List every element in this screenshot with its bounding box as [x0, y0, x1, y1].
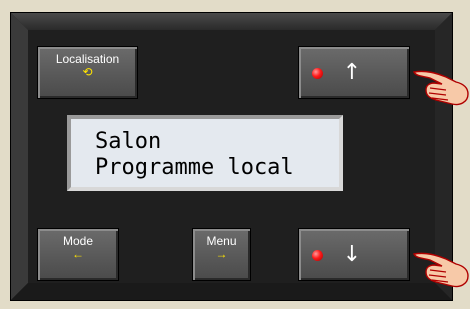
red-led-icon	[312, 250, 323, 261]
panel-bevel-bottom	[11, 283, 452, 300]
arrow-up-icon: ↑	[342, 60, 362, 85]
rotate-icon: ⟲	[82, 65, 93, 79]
lcd-line-2: Programme local	[95, 155, 294, 180]
up-button[interactable]: ↑	[298, 46, 410, 99]
pointing-hand-icon	[412, 252, 469, 288]
localisation-button[interactable]: Localisation ⟲	[37, 46, 138, 99]
arrow-down-icon: ↓	[342, 242, 362, 267]
panel-bevel-left	[11, 13, 28, 300]
pointing-hand-icon	[412, 70, 469, 106]
mode-button[interactable]: Mode ←	[37, 228, 119, 281]
arrow-left-icon: ←	[72, 247, 84, 261]
lcd-line-1: Salon	[95, 129, 162, 154]
down-button[interactable]: ↓	[298, 228, 410, 281]
panel-bevel-top	[11, 13, 452, 30]
arrow-right-icon: →	[215, 247, 228, 261]
control-panel: Localisation ⟲ ↑ Salon Programme local M…	[11, 13, 452, 300]
red-led-icon	[312, 68, 323, 79]
menu-button[interactable]: Menu →	[192, 228, 251, 281]
lcd-display: Salon Programme local	[67, 115, 343, 191]
